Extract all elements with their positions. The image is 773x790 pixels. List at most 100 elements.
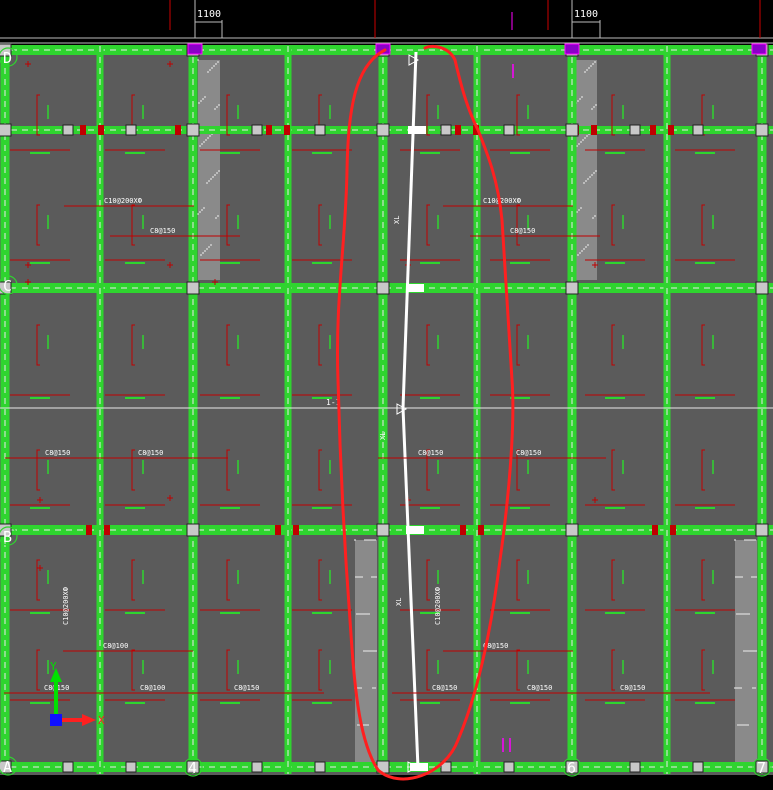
column — [0, 123, 12, 137]
hatch-dot — [217, 61, 219, 63]
rebar-notch — [455, 125, 461, 135]
rebar-notch — [86, 525, 92, 535]
hatch-dot — [747, 724, 749, 726]
hatch-dot — [578, 143, 580, 145]
hatch-dot — [743, 724, 745, 726]
axis-y-label: Y — [50, 660, 57, 673]
hatch-dot — [215, 217, 217, 219]
hatch-dot — [216, 106, 218, 108]
column — [565, 523, 579, 537]
hatch-dot — [214, 174, 216, 176]
hatch-dot — [753, 576, 755, 578]
hatch-dot — [744, 613, 746, 615]
hatch-dot — [372, 539, 374, 541]
hatch-dot — [200, 100, 202, 102]
hatch-dot — [355, 576, 357, 578]
hatch-dot — [734, 539, 736, 541]
hatch-dot — [754, 687, 756, 689]
slab-label: C8@150 — [527, 684, 552, 692]
cad-viewport[interactable]: 1100 1100 1-1 XL XL XL C10@200XФ C8@150 C1… — [0, 0, 773, 785]
hatch-dot — [751, 650, 753, 652]
column-small — [251, 761, 263, 773]
slab-label: C8@150 — [418, 449, 443, 457]
hatch-dot — [363, 724, 365, 726]
hatch-dot — [218, 170, 220, 172]
hatch-dot — [748, 539, 750, 541]
hatch-dot — [753, 650, 755, 652]
column — [186, 523, 200, 537]
grid-col-label: 7 — [757, 759, 766, 777]
hatch-dot — [592, 217, 594, 219]
slab-label: C8@150 — [138, 449, 163, 457]
hatch-dot — [356, 613, 358, 615]
slab-label: C8@100 — [140, 684, 165, 692]
hatch-dot — [360, 687, 362, 689]
rebar-notch — [668, 125, 674, 135]
hatch-dot — [741, 724, 743, 726]
hatch-dot — [359, 576, 361, 578]
hatch-dot — [746, 539, 748, 541]
rebar-notch — [275, 525, 281, 535]
column — [376, 123, 390, 137]
hatch-dot — [751, 576, 753, 578]
hatch-dot — [373, 650, 375, 652]
hatch-dot — [580, 141, 582, 143]
hatch-dot — [358, 687, 360, 689]
slab-label: C8@150 — [620, 684, 645, 692]
hatch-dot — [595, 104, 597, 106]
hatch-dot — [198, 102, 200, 104]
hatch-dot — [205, 139, 207, 141]
ridge-label: XL — [393, 216, 401, 224]
hatch-dot — [587, 244, 589, 246]
hatch-dot — [364, 613, 366, 615]
hatch-dot — [218, 104, 220, 106]
hatch-dot — [357, 576, 359, 578]
grid-row-label: B — [3, 528, 12, 546]
hatch-dot — [366, 539, 368, 541]
dimension-label: 1100 — [574, 9, 598, 20]
hatch-dot — [365, 724, 367, 726]
slab-label: C8@150 — [432, 684, 457, 692]
hatch-dot — [200, 254, 202, 256]
slab-label: C10@200XФ — [62, 587, 70, 625]
hatch-dot — [210, 178, 212, 180]
hatch-dot — [755, 576, 757, 578]
hatch-dot — [206, 248, 208, 250]
hatch-dot — [593, 172, 595, 174]
hatch-dot — [366, 613, 368, 615]
hatch-dot — [368, 613, 370, 615]
grid-col-label: 4 — [188, 759, 197, 777]
column — [755, 281, 769, 295]
hatch-dot — [358, 613, 360, 615]
grid-col-label: 6 — [567, 759, 576, 777]
hatch-dot — [215, 63, 217, 65]
hatch-dot — [752, 539, 754, 541]
hatch-dot — [199, 145, 201, 147]
slab-label: C8@100 — [103, 642, 128, 650]
hatch-dot — [745, 650, 747, 652]
hatch-dot — [214, 108, 216, 110]
hatch-dot — [734, 687, 736, 689]
hatch-dot — [210, 244, 212, 246]
column — [755, 523, 769, 537]
hatch-dot — [371, 650, 373, 652]
grid-row-label: D — [3, 49, 12, 67]
hatch-dot — [594, 61, 596, 63]
hatch-dot — [585, 180, 587, 182]
grid-row-label: C — [3, 277, 12, 295]
hatch-dot — [586, 69, 588, 71]
hatch-dot — [738, 687, 740, 689]
slab-label: C8@150 — [510, 227, 535, 235]
floor-plan-drawing[interactable]: 1100 1100 1-1 XL XL XL C10@200XФC8@150C1… — [0, 0, 773, 785]
column — [565, 123, 579, 137]
rebar-notch — [478, 525, 484, 535]
hatch-dot — [744, 539, 746, 541]
column-small — [629, 761, 641, 773]
rebar-notch — [266, 125, 272, 135]
axis-x-label: X — [98, 714, 105, 727]
slab-label: C8@150 — [516, 449, 541, 457]
hatch-dot — [370, 539, 372, 541]
hatch-dot — [360, 613, 362, 615]
hatch-dot — [742, 613, 744, 615]
hatch-dot — [365, 650, 367, 652]
